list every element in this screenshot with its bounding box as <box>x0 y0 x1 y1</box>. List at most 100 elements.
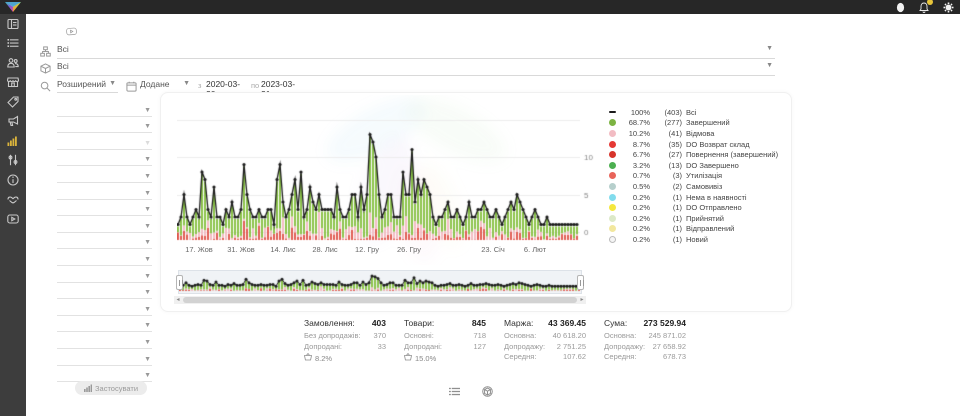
summary-stats: Замовлення:403Без допродажів:370Допродан… <box>304 318 686 363</box>
sidebar-item-marketing-megaphone[interactable] <box>0 112 26 132</box>
filter-row-11[interactable]: ▼ <box>57 266 152 283</box>
filter-row-8[interactable]: ▼ <box>57 216 152 233</box>
legend-count: (2) <box>654 182 682 191</box>
legend-item[interactable]: 0.2%(1)Новий <box>609 234 787 245</box>
legend-label: DO Отправлено <box>686 203 742 212</box>
sidebar-item-price-tag[interactable] <box>0 92 26 112</box>
filter-row-15[interactable]: ▼ <box>57 332 152 349</box>
legend-label: Прийнятий <box>686 214 724 223</box>
legend-count: (277) <box>654 118 682 127</box>
filter-row-17[interactable]: ▼ <box>57 366 152 383</box>
x-tick-label: 28. Лис <box>305 245 345 254</box>
scroll-left-arrow-icon[interactable]: ◂ <box>174 296 182 304</box>
list-view-icon[interactable] <box>449 384 460 402</box>
sidebar-item-dashboard[interactable] <box>0 14 26 34</box>
legend-item[interactable]: 8.7%(35)DO Возврат склад <box>609 139 787 150</box>
video-help-icon[interactable] <box>66 24 77 42</box>
sidebar-item-settings-sliders[interactable] <box>0 151 26 171</box>
filter-row-6[interactable]: ▼ <box>57 183 152 200</box>
notifications-bell-icon[interactable] <box>918 1 930 13</box>
settings-icon[interactable] <box>942 1 954 13</box>
filter-row-3[interactable]: ▼ <box>57 133 152 150</box>
chevron-down-icon: ▼ <box>183 80 190 87</box>
legend-count: (403) <box>654 108 682 117</box>
scroll-right-arrow-icon[interactable]: ▸ <box>578 296 586 304</box>
legend-item[interactable]: 0.2%(1)Прийнятий <box>609 213 787 224</box>
x-tick-label: 26. Гру <box>389 245 429 254</box>
legend-count: (13) <box>654 161 682 170</box>
sidebar-item-customers[interactable] <box>0 53 26 73</box>
app-logo-icon[interactable] <box>4 1 22 13</box>
legend-label: Самовивіз <box>686 182 722 191</box>
chevron-down-icon: ▼ <box>144 256 151 263</box>
filter-row-1[interactable]: ▼ <box>57 100 152 117</box>
legend-percent: 0.2% <box>620 214 650 223</box>
filter-row-13[interactable]: ▼ <box>57 299 152 316</box>
filter-row-10[interactable]: ▼ <box>57 249 152 266</box>
filter-row-16[interactable]: ▼ <box>57 349 152 366</box>
legend-item[interactable]: 68.7%(277)Завершений <box>609 118 787 129</box>
brush-handle-left[interactable] <box>176 275 183 290</box>
legend-item[interactable]: 0.7%(3)Утилізація <box>609 171 787 182</box>
date-from-input[interactable]: 2020-03-20 <box>206 79 248 93</box>
legend-item[interactable]: 0.5%(2)Самовивіз <box>609 181 787 192</box>
source-filter[interactable]: Всі ▼ <box>57 44 775 59</box>
chart-minimap[interactable] <box>178 270 582 294</box>
sidebar-item-analytics-chart[interactable] <box>0 131 26 151</box>
top-bar <box>0 0 960 14</box>
sidebar-item-video-tutorials[interactable] <box>0 209 26 229</box>
legend-swatch-icon <box>609 151 616 158</box>
stat-header: Сума:273 529.94 <box>604 318 686 328</box>
filter-row-12[interactable]: ▼ <box>57 283 152 300</box>
filter-row-4[interactable]: ▼ <box>57 150 152 167</box>
legend-percent: 3.2% <box>620 161 650 170</box>
filter-row-9[interactable]: ▼ <box>57 233 152 250</box>
legend-item[interactable]: 6.7%(27)Повернення (завершений) <box>609 149 787 160</box>
products-view-icon[interactable] <box>482 384 493 402</box>
search-mode-select[interactable]: Розширений ▼ <box>57 79 118 93</box>
orders-chart[interactable] <box>177 99 597 247</box>
x-tick-label: 14. Лис <box>263 245 303 254</box>
chart-x-axis: 17. Жов31. Жов14. Лис28. Лис12. Гру26. Г… <box>177 245 597 255</box>
date-field-select[interactable]: Додане ▼ <box>140 79 192 93</box>
legend-percent: 0.2% <box>620 193 650 202</box>
date-to-input[interactable]: 2023-03-21 <box>261 79 303 93</box>
legend-item[interactable]: 3.2%(13)DO Завершено <box>609 160 787 171</box>
stat-subrow: Основна:245 871.02 <box>604 331 686 342</box>
stat-value: 43 369.45 <box>548 318 586 328</box>
legend-label: Новий <box>686 235 708 244</box>
chevron-down-icon: ▼ <box>144 173 151 180</box>
basket-icon <box>304 353 312 363</box>
legend-item[interactable]: 10.2%(41)Відмова <box>609 128 787 139</box>
filter-row-5[interactable]: ▼ <box>57 166 152 183</box>
brush-handle-right[interactable] <box>577 275 584 290</box>
chevron-down-icon: ▼ <box>144 356 151 363</box>
filter-row-2[interactable]: ▼ <box>57 117 152 134</box>
filter-row-14[interactable]: ▼ <box>57 316 152 333</box>
chevron-down-icon: ▼ <box>144 123 151 130</box>
sidebar-item-orders-list[interactable] <box>0 34 26 54</box>
filter-row-7[interactable]: ▼ <box>57 200 152 217</box>
x-tick-label: 12. Гру <box>347 245 387 254</box>
sidebar-item-partners[interactable] <box>0 190 26 210</box>
legend-item[interactable]: 100%(403)Всі <box>609 107 787 118</box>
apply-filters-button[interactable]: Застосувати <box>75 381 147 395</box>
product-filter[interactable]: Всі ▼ <box>57 61 775 76</box>
legend-count: (3) <box>654 171 682 180</box>
date-from-label: з <box>198 81 201 90</box>
stat-value: 273 529.94 <box>643 318 686 328</box>
sidebar-item-info[interactable] <box>0 170 26 190</box>
main-sidebar <box>0 14 26 416</box>
legend-count: (27) <box>654 150 682 159</box>
chart-legend: 100%(403)Всі68.7%(277)Завершений10.2%(41… <box>609 107 787 245</box>
legend-item[interactable]: 0.2%(1)Нема в наявності <box>609 192 787 203</box>
horizontal-scrollbar[interactable]: ◂ ▸ <box>174 296 586 304</box>
legend-item[interactable]: 0.2%(1)DO Отправлено <box>609 202 787 213</box>
user-icon[interactable] <box>894 1 906 13</box>
scrollbar-thumb[interactable] <box>183 297 577 303</box>
chevron-down-icon: ▼ <box>144 289 151 296</box>
legend-swatch-icon <box>609 236 616 243</box>
legend-count: (35) <box>654 140 682 149</box>
sidebar-item-store[interactable] <box>0 73 26 93</box>
legend-item[interactable]: 0.2%(1)Відправлений <box>609 224 787 235</box>
